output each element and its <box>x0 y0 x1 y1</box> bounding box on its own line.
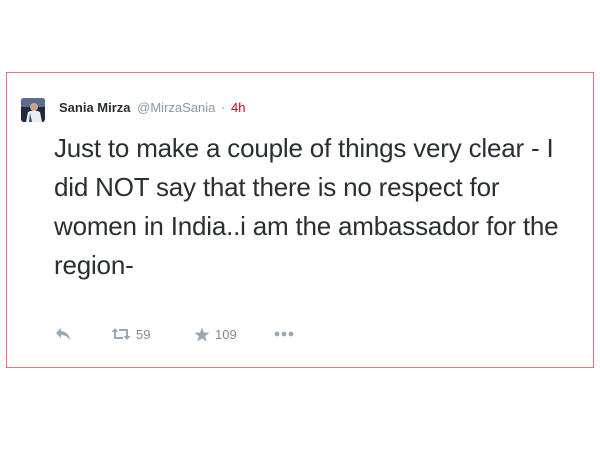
more-options-icon <box>274 331 294 337</box>
separator-dot: · <box>221 100 226 115</box>
reply-icon <box>55 327 71 341</box>
avatar[interactable] <box>21 98 45 122</box>
favorite-count: 109 <box>215 326 237 342</box>
tweet-text: Just to make a couple of things very cle… <box>54 133 559 280</box>
retweet-icon <box>111 327 131 341</box>
page: Sania Mirza @MirzaSania · 4h Just to mak… <box>0 0 600 450</box>
tweet-card: Sania Mirza @MirzaSania · 4h Just to mak… <box>6 72 594 368</box>
tweet-actions: 59 109 <box>55 325 294 343</box>
more-options-button[interactable] <box>274 331 294 337</box>
retweet-count: 59 <box>136 326 151 342</box>
favorite-button[interactable]: 109 <box>194 327 274 342</box>
retweet-button[interactable]: 59 <box>111 327 194 342</box>
reply-button[interactable] <box>55 327 111 341</box>
author-name[interactable]: Sania Mirza <box>59 100 131 115</box>
tweet-timestamp[interactable]: 4h <box>231 100 245 115</box>
star-icon <box>194 327 210 342</box>
tweet-header: Sania Mirza @MirzaSania · 4h <box>59 100 245 116</box>
author-handle[interactable]: @MirzaSania <box>137 100 215 115</box>
